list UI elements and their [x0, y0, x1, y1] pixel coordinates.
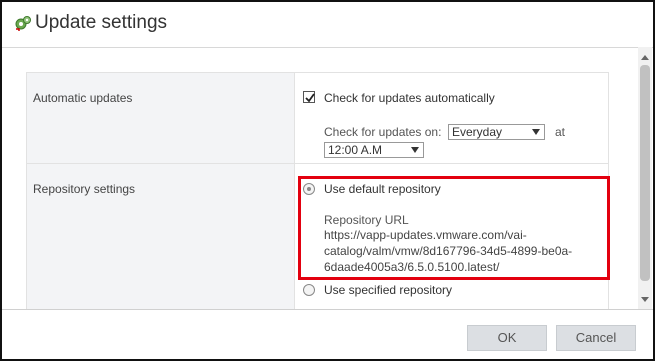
vertical-scrollbar[interactable] [638, 47, 652, 309]
time-select[interactable]: 12:00 A.M [324, 142, 424, 158]
scroll-down-icon[interactable] [641, 297, 649, 302]
frequency-select[interactable]: Everyday [448, 124, 545, 140]
update-settings-icon [14, 14, 32, 32]
specified-repository-label: Use specified repository [324, 283, 453, 297]
check-updates-automatically-label: Check for updates automatically [324, 91, 495, 105]
dialog-title: Update settings [35, 12, 168, 33]
cancel-button[interactable]: Cancel [556, 325, 636, 351]
automatic-updates-label-cell: Automatic updates [27, 73, 295, 163]
scroll-up-icon[interactable] [641, 55, 649, 60]
scrollbar-thumb[interactable] [640, 65, 650, 281]
ok-button[interactable]: OK [467, 325, 547, 351]
dialog-footer: OK Cancel [2, 309, 653, 359]
frequency-select-value: Everyday [452, 125, 503, 139]
time-select-value: 12:00 A.M [328, 143, 383, 157]
specified-repository-radio[interactable] [303, 284, 315, 296]
chevron-down-icon [411, 147, 419, 153]
chevron-down-icon [532, 129, 540, 135]
repository-settings-label-cell: Repository settings [27, 164, 295, 309]
checkmark-icon [305, 93, 315, 103]
check-updates-automatically-checkbox[interactable] [303, 91, 315, 103]
at-label: at [555, 125, 566, 139]
automatic-updates-row: Automatic updates Check for updates auto… [27, 72, 608, 164]
repository-settings-label: Repository settings [33, 182, 136, 196]
update-settings-dialog: Update settings Automatic updates Check … [0, 0, 655, 361]
dialog-header: Update settings [2, 2, 653, 46]
highlight-annotation-box [298, 176, 610, 280]
automatic-updates-label: Automatic updates [33, 91, 133, 105]
schedule-prefix-label: Check for updates on: [324, 125, 442, 139]
